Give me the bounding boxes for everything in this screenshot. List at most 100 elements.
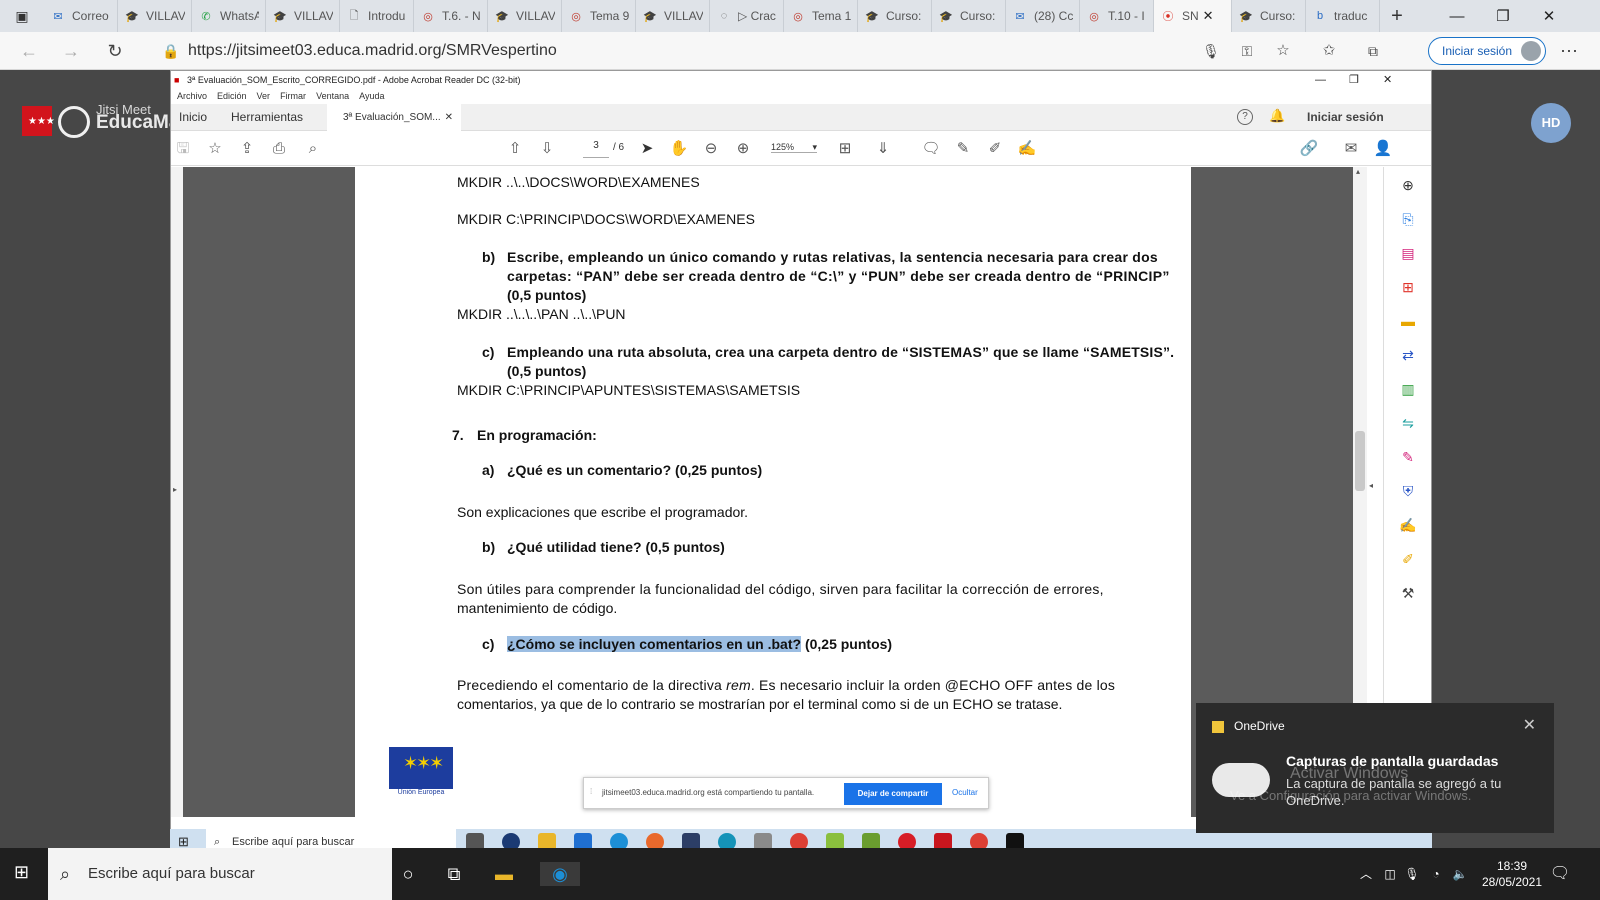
scrollbar-thumb[interactable] <box>1355 431 1365 491</box>
sign-in-button[interactable]: Iniciar sesión <box>1428 37 1546 65</box>
taskbar-search-box[interactable]: ⌕ Escribe aquí para buscar <box>48 848 392 900</box>
pdf-page[interactable]: MKDIR ..\..\DOCS\WORD\EXAMENES MKDIR C:\… <box>355 167 1191 817</box>
microphone-icon[interactable]: 🎙 <box>1200 40 1222 62</box>
doc-question[interactable]: ¿Cómo se incluyen comentarios en un .bat… <box>507 636 892 652</box>
email-icon[interactable]: ✉ <box>1341 139 1361 159</box>
comment-tool-icon[interactable]: ▬ <box>1398 311 1418 331</box>
scroll-up-icon[interactable]: ▴ <box>1356 167 1360 176</box>
key-icon[interactable]: ⚿ <box>1236 40 1258 62</box>
wifi-icon[interactable]: ◔ <box>1424 862 1448 886</box>
menu-item[interactable]: Ayuda <box>359 91 384 101</box>
upload-cloud-icon[interactable]: ⇪ <box>237 139 257 159</box>
acrobat-restore-button[interactable]: ❐ <box>1349 71 1359 89</box>
acrobat-close-button[interactable]: ✕ <box>1383 71 1392 89</box>
close-window-button[interactable]: ✕ <box>1526 0 1572 32</box>
zoom-select[interactable]: 125% ▾ <box>771 142 817 153</box>
participant-avatar[interactable]: HD <box>1531 103 1571 143</box>
page-down-icon[interactable]: ⇩ <box>537 139 557 159</box>
request-signature-icon[interactable]: ✍ <box>1398 515 1418 535</box>
search-icon[interactable]: ⌕ <box>303 139 323 159</box>
share-link-icon[interactable]: 🔗 <box>1299 139 1319 159</box>
browser-tab[interactable]: ◎ T.10 - I <box>1080 0 1154 32</box>
close-icon[interactable]: ✕ <box>1523 715 1536 735</box>
more-tools-icon[interactable]: ⚒ <box>1398 583 1418 603</box>
collapse-right-icon[interactable]: ◂ <box>1369 481 1373 490</box>
create-pdf-icon[interactable]: ⊞ <box>1398 277 1418 297</box>
export-pdf-icon[interactable]: ⎘ <box>1398 209 1418 229</box>
add-user-icon[interactable]: 👤 <box>1373 139 1393 159</box>
page-fit-icon[interactable]: ⊞ <box>835 139 855 159</box>
file-explorer-icon[interactable]: ▬ <box>492 862 516 886</box>
scroll-mode-icon[interactable]: ⇓ <box>873 139 893 159</box>
fill-sign-icon[interactable]: ✍ <box>1017 139 1037 159</box>
chevron-up-icon[interactable]: ︿ <box>1354 862 1378 886</box>
hide-banner-button[interactable]: Ocultar <box>952 788 978 797</box>
browser-tab[interactable]: ◎ Tema 9 <box>562 0 636 32</box>
notification-center-icon[interactable]: 🗨 <box>1548 862 1572 886</box>
volume-icon[interactable]: 🔈 <box>1448 862 1472 886</box>
camera-icon[interactable]: ◫ <box>1378 862 1402 886</box>
new-tab-button[interactable]: + <box>1380 5 1414 28</box>
onedrive-notification[interactable]: OneDrive ✕ Capturas de pantalla guardada… <box>1196 703 1554 833</box>
task-view-icon[interactable]: ⧉ <box>442 862 466 886</box>
fill-sign-tool-icon[interactable]: ✎ <box>1398 447 1418 467</box>
add-favorite-icon[interactable]: ☆ <box>1272 40 1294 62</box>
select-cursor-icon[interactable]: ➤ <box>637 139 657 159</box>
browser-tab[interactable]: ✉ Correo <box>44 0 118 32</box>
collections-icon[interactable]: ⧉ <box>1362 40 1384 62</box>
edge-icon[interactable]: ◉ <box>540 862 580 886</box>
menu-item[interactable]: Edición <box>217 91 247 101</box>
print-icon[interactable]: ⎙ <box>269 139 289 159</box>
compress-icon[interactable]: ▥ <box>1398 379 1418 399</box>
zoom-out-icon[interactable]: ⊖ <box>701 139 721 159</box>
browser-tab[interactable]: 🎓 VILLAV <box>488 0 562 32</box>
page-up-icon[interactable]: ⇧ <box>505 139 525 159</box>
refresh-icon[interactable]: ↻ <box>104 40 126 62</box>
browser-tab[interactable]: ⦿ SN ✕ <box>1154 0 1232 32</box>
lock-icon[interactable]: 🔒 <box>162 36 179 66</box>
selected-text[interactable]: ¿Cómo se incluyen comentarios en un .bat… <box>507 636 802 652</box>
tab-home[interactable]: Inicio <box>179 104 207 131</box>
microphone-icon[interactable]: 🎙 <box>1400 862 1424 886</box>
edit-pdf-icon[interactable]: ✐ <box>1398 549 1418 569</box>
menu-item[interactable]: Firmar <box>280 91 306 101</box>
tab-tools[interactable]: Herramientas <box>231 104 303 131</box>
organize-pages-icon[interactable]: ▤ <box>1398 243 1418 263</box>
stop-sharing-button[interactable]: Dejar de compartir <box>844 783 942 805</box>
page-number-input[interactable]: 3 <box>583 140 609 158</box>
browser-tab[interactable]: 🎓 VILLAV <box>636 0 710 32</box>
back-arrow-icon[interactable]: ← <box>18 40 40 62</box>
browser-tab[interactable]: b traduc <box>1306 0 1380 32</box>
highlight-pen-icon[interactable]: ✎ <box>953 139 973 159</box>
browser-tab[interactable]: ✉ (28) Cc <box>1006 0 1080 32</box>
protect-icon[interactable]: ⛨ <box>1398 481 1418 501</box>
left-panel-toggle[interactable]: ▸ <box>171 167 183 817</box>
save-icon[interactable]: 🖫 <box>173 139 193 159</box>
browser-tab[interactable]: ◌ ▷ Crac <box>710 0 784 32</box>
minimize-button[interactable]: — <box>1434 0 1480 32</box>
hand-tool-icon[interactable]: ✋ <box>669 139 689 159</box>
menu-item[interactable]: Ventana <box>316 91 349 101</box>
forward-arrow-icon[interactable]: → <box>60 40 82 62</box>
cortana-icon[interactable]: ○ <box>396 862 420 886</box>
browser-tab[interactable]: ◎ T.6. - N <box>414 0 488 32</box>
combine-files-icon[interactable]: ⇄ <box>1398 345 1418 365</box>
maximize-button[interactable]: ❐ <box>1480 0 1526 32</box>
browser-tab[interactable]: 🎓 Curso: <box>932 0 1006 32</box>
menu-item[interactable]: Archivo <box>177 91 207 101</box>
drag-handle-icon[interactable]: ⁞ <box>590 787 592 796</box>
menu-item[interactable]: Ver <box>257 91 271 101</box>
help-icon[interactable]: ? <box>1237 109 1253 125</box>
more-options-icon[interactable]: ⋯ <box>1558 40 1580 62</box>
acrobat-sign-in[interactable]: Iniciar sesión <box>1307 104 1384 131</box>
browser-tab[interactable]: 🎓 Curso: <box>1232 0 1306 32</box>
tab-actions-icon[interactable]: ▣ <box>0 0 44 32</box>
browser-tab[interactable]: 🗋 Introdu <box>340 0 414 32</box>
browser-tab[interactable]: 🎓 Curso: <box>858 0 932 32</box>
windows-start-icon[interactable]: ⊞ <box>14 862 34 882</box>
convert-icon[interactable]: ⇋ <box>1398 413 1418 433</box>
acrobat-minimize-button[interactable]: — <box>1315 71 1326 89</box>
comment-icon[interactable]: 🗨 <box>921 139 941 159</box>
url-field[interactable]: 🔒 https://jitsimeet03.educa.madrid.org/S… <box>152 36 1382 66</box>
favorites-icon[interactable]: ✩ <box>1318 40 1340 62</box>
